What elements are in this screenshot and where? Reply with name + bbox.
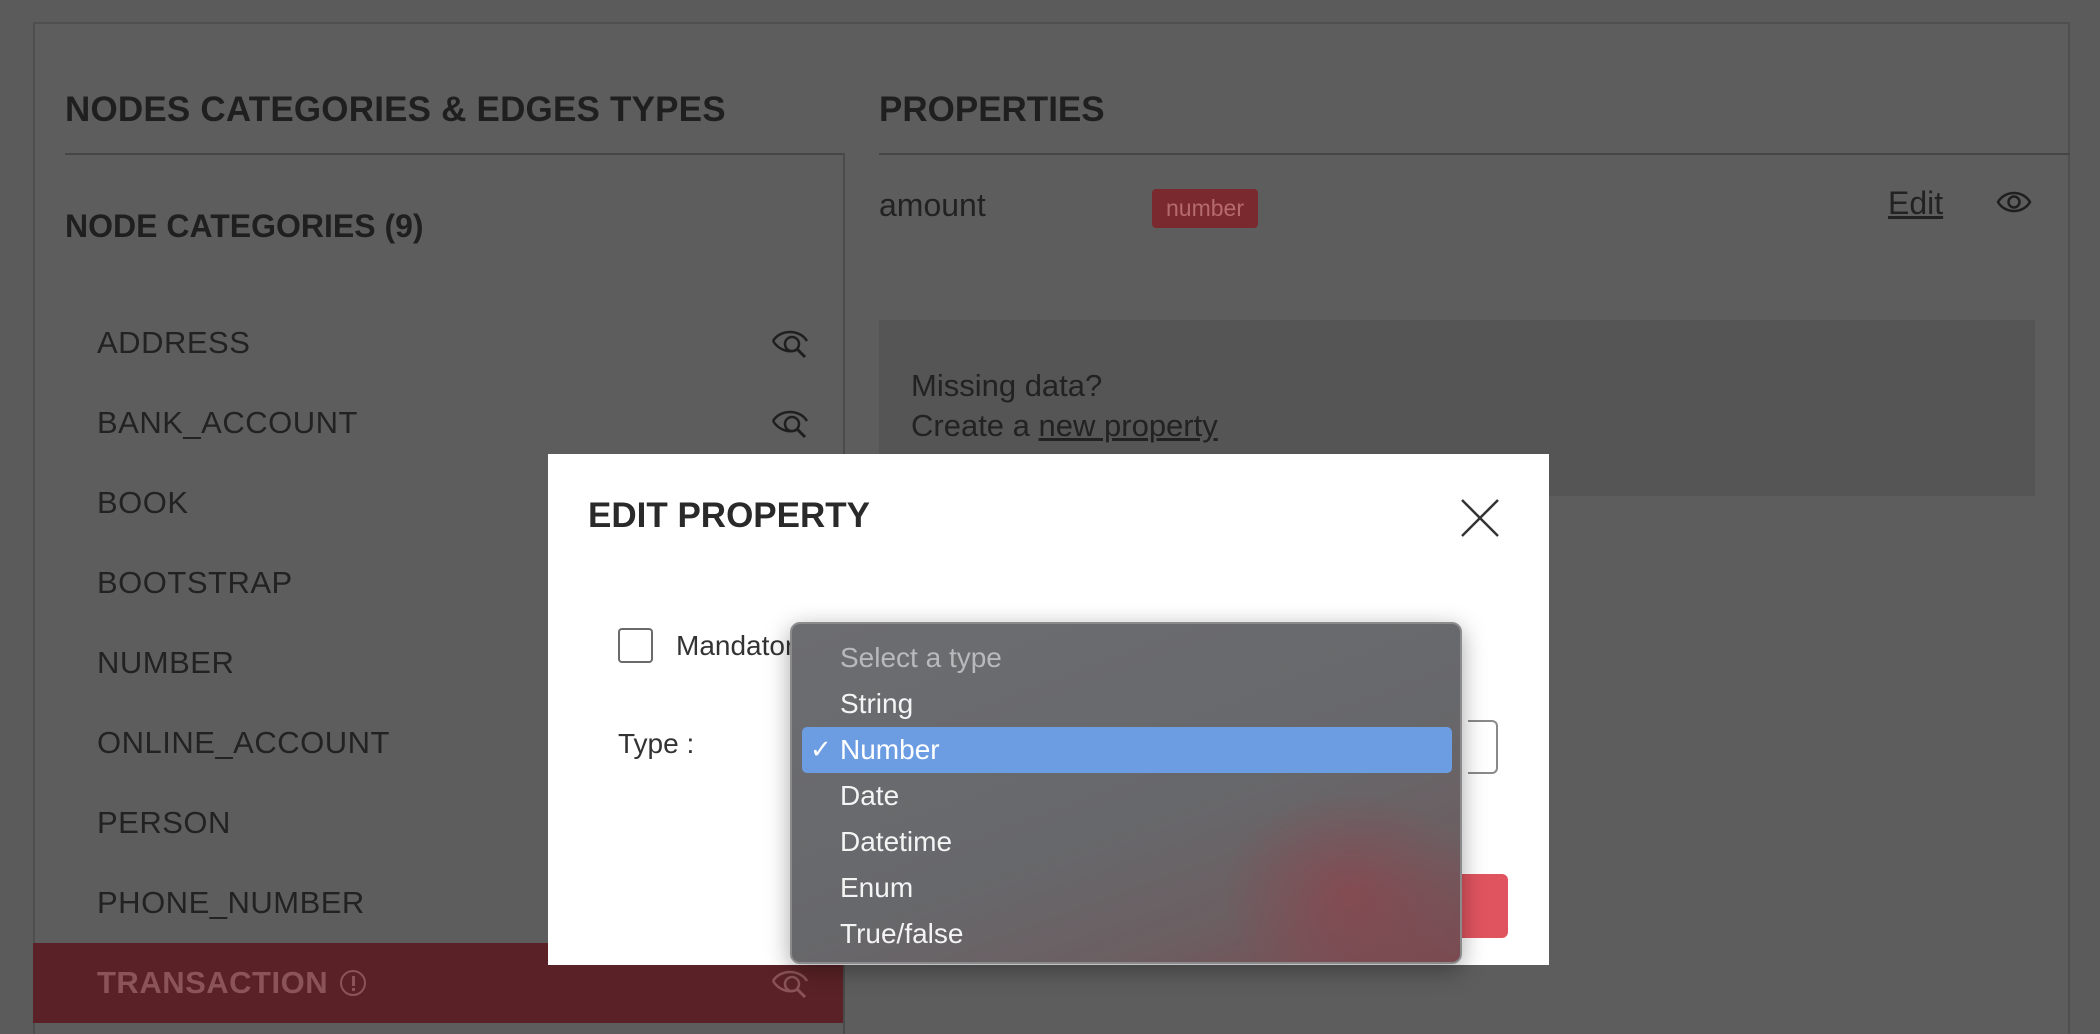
option-datetime[interactable]: Datetime [802,819,1452,865]
node-label: NUMBER [97,645,235,680]
left-panel-title: NODES CATEGORIES & EDGES TYPES [65,90,726,129]
mandatory-checkbox[interactable] [618,628,653,663]
node-label: PERSON [97,805,231,840]
divider [879,153,2070,155]
type-label: Type : [618,728,695,759]
property-name: amount [879,187,986,223]
type-dropdown-menu: Select a type String ✓ Number Date Datet… [790,622,1462,964]
option-enum[interactable]: Enum [802,865,1452,911]
modal-title: EDIT PROPERTY [588,496,870,535]
warning-icon [340,970,367,996]
checkmark-icon: ✓ [810,734,832,764]
option-date[interactable]: Date [802,773,1452,819]
edit-property-link[interactable]: Edit [1888,185,1943,222]
node-label: ONLINE_ACCOUNT [97,725,390,760]
option-true-false[interactable]: True/false [802,911,1452,957]
type-select[interactable] [1468,720,1498,774]
create-property-text: Create a new property [911,408,1218,444]
eye-hidden-icon[interactable] [770,963,810,1003]
eye-hidden-icon[interactable] [770,323,810,363]
create-prefix: Create a [911,408,1030,443]
property-type-badge: number [1152,189,1258,228]
properties-title: PROPERTIES [879,90,1105,129]
option-number[interactable]: ✓ Number [802,727,1452,773]
node-item-address[interactable]: ADDRESS [33,303,843,383]
node-label: TRANSACTION [97,965,329,1000]
divider [65,153,845,155]
mandatory-label: Mandatory [676,630,809,661]
dropdown-placeholder: Select a type [840,642,1002,673]
eye-hidden-icon[interactable] [770,403,810,443]
option-string[interactable]: String [802,681,1452,727]
node-label: BOOTSTRAP [97,565,293,600]
close-icon[interactable] [1458,496,1502,540]
missing-data-text: Missing data? [911,368,1103,403]
new-property-link[interactable]: new property [1039,408,1218,443]
node-item-bank-account[interactable]: BANK_ACCOUNT [33,383,843,463]
eye-icon[interactable] [1996,184,2032,220]
node-label: ADDRESS [97,325,251,360]
node-label: BANK_ACCOUNT [97,405,358,440]
node-label: PHONE_NUMBER [97,885,365,920]
node-label: BOOK [97,485,189,520]
node-categories-heading: NODE CATEGORIES (9) [65,208,424,244]
option-label: Number [840,734,940,765]
